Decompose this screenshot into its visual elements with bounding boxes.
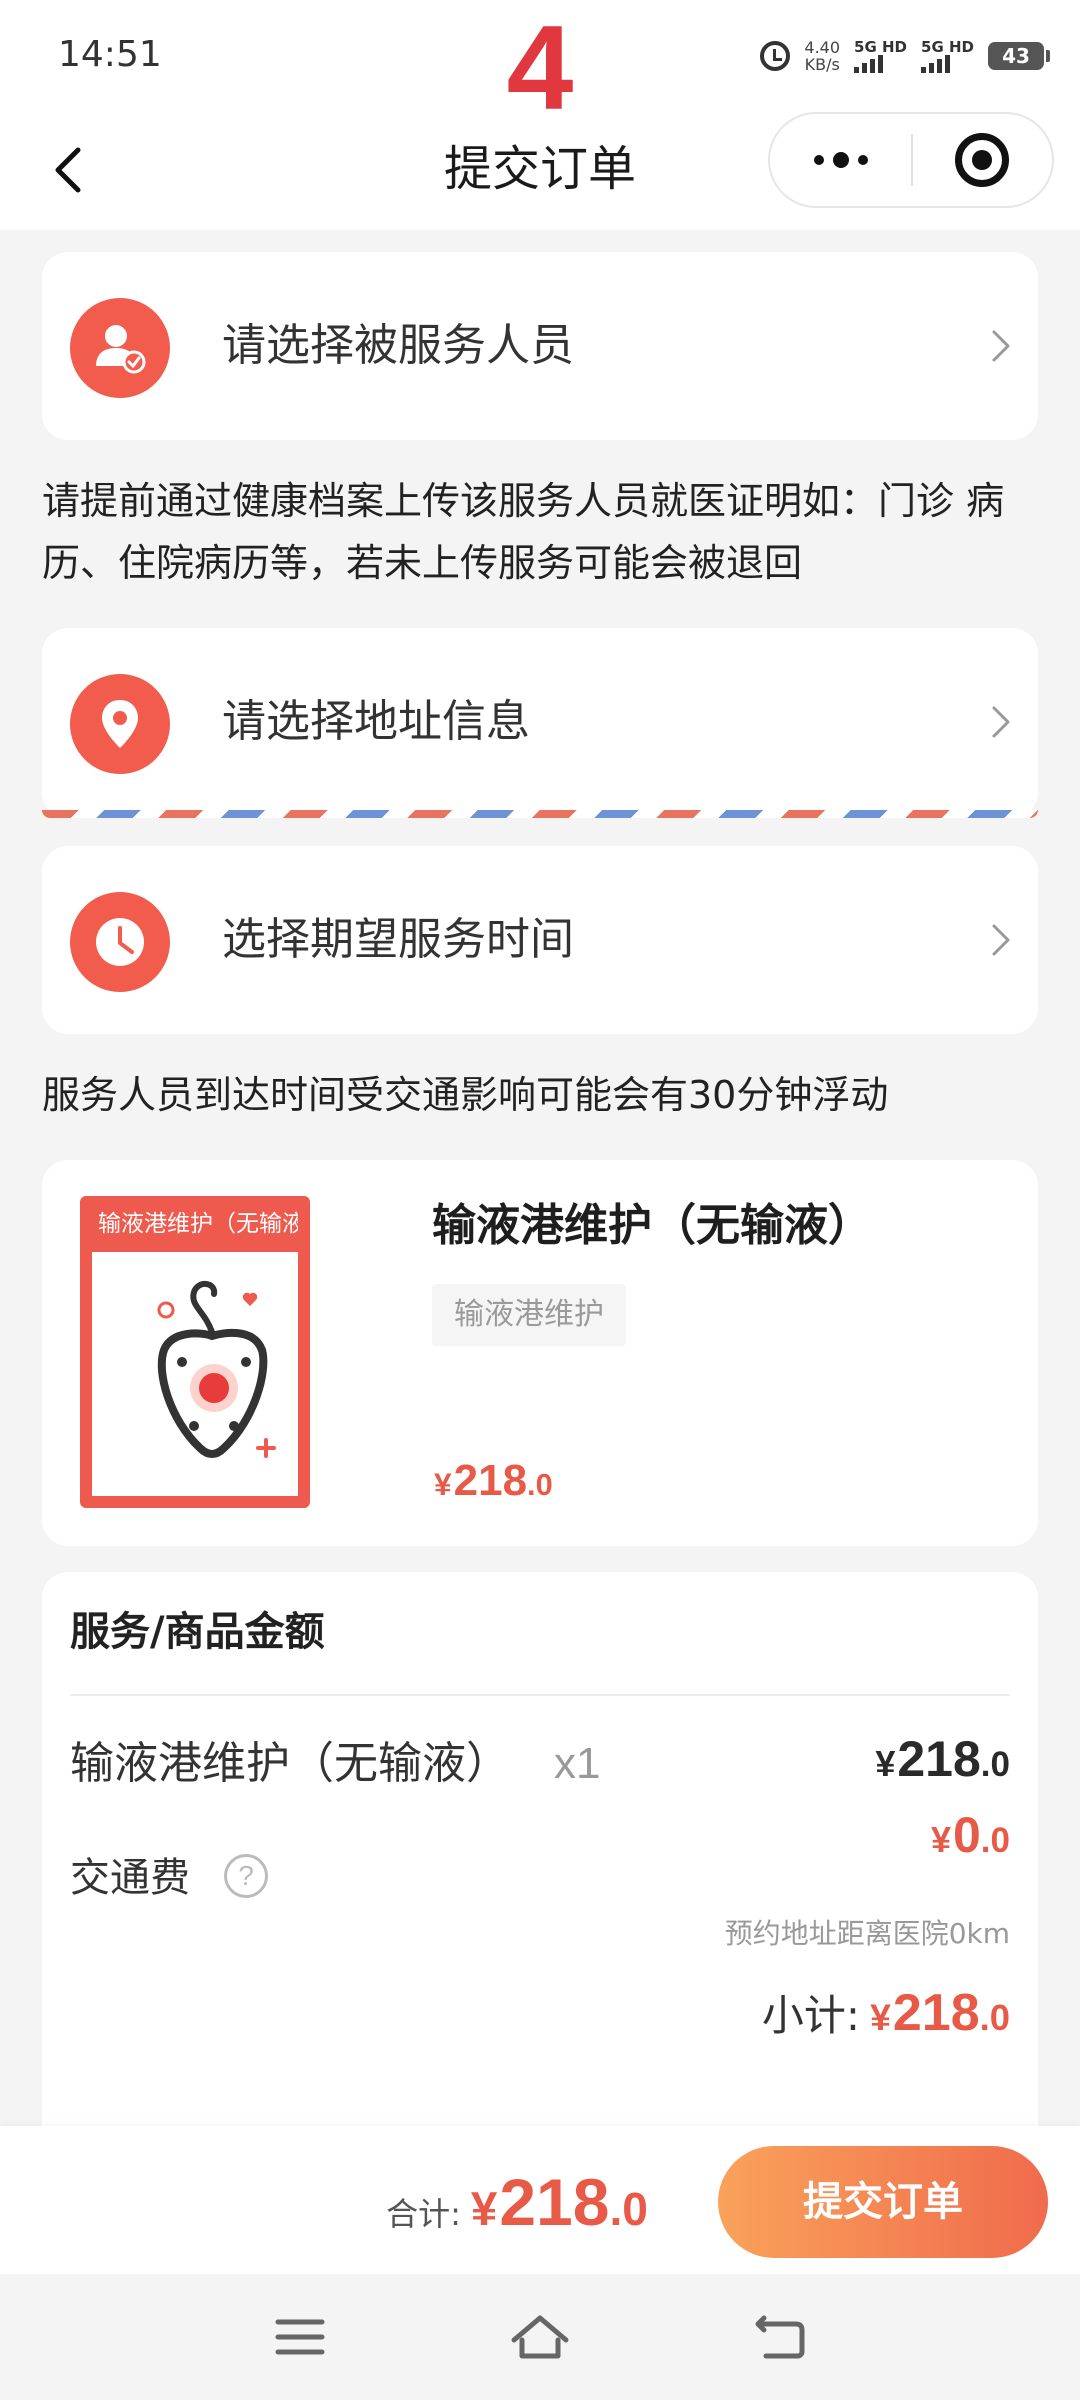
product-price: ¥218.0 (434, 1456, 553, 1506)
checkout-bar: 合计: ¥218.0 提交订单 (0, 2126, 1080, 2274)
network-speed: 4.40 KB/s (804, 39, 840, 73)
home-icon (511, 2315, 569, 2359)
product-name: 输液港维护（无输液） (432, 1200, 872, 1251)
target-close-icon (955, 133, 1010, 187)
alarm-icon (760, 41, 791, 71)
chevron-right-icon (992, 706, 1010, 738)
signal-bars-icon (921, 55, 951, 73)
home-button[interactable] (504, 2304, 576, 2370)
subtotal-price: ¥218.0 (870, 1983, 1010, 2043)
subtotal-currency: ¥ (870, 1996, 891, 2038)
total-price: ¥218.0 (471, 2164, 648, 2240)
sim1-signal: 5G HD (854, 39, 907, 73)
port-device-icon (157, 1281, 276, 1458)
system-back-button[interactable] (744, 2304, 816, 2370)
total-int: 218 (499, 2165, 610, 2239)
airmail-border (42, 810, 1038, 818)
chevron-left-icon (55, 147, 81, 193)
signal-bars-icon (854, 55, 884, 73)
line-item-quantity: x1 (554, 1739, 601, 1788)
close-button[interactable] (913, 112, 1052, 208)
total-dec: .0 (609, 2183, 648, 2235)
line-item-name: 输液港维护（无输液） (70, 1738, 510, 1789)
subtotal: 小计: ¥218.0 (762, 1982, 1010, 2043)
line-item-price-int: 218 (897, 1731, 981, 1787)
line-item-price-dec: .0 (980, 1745, 1010, 1784)
arrival-time-note: 服务人员到达时间受交通影响可能会有30分钟浮动 (42, 1073, 889, 1117)
mini-program-capsule (768, 112, 1054, 208)
subtotal-int: 218 (892, 1984, 980, 2042)
menu-button[interactable] (264, 2304, 336, 2370)
product-category-chip: 输液港维护 (432, 1284, 626, 1346)
amount-summary-card: 服务/商品金额 输液港维护（无输液） x1 ¥218.0 交通费 ? ¥0.0 … (42, 1572, 1038, 2132)
person-check-icon (70, 298, 170, 398)
select-time-label: 选择期望服务时间 (222, 914, 574, 965)
help-icon[interactable]: ? (224, 1854, 268, 1898)
more-button[interactable] (770, 112, 911, 208)
select-time-row[interactable]: 选择期望服务时间 (42, 846, 1038, 1034)
chevron-right-icon (992, 924, 1010, 956)
battery-icon: 43 (988, 42, 1050, 70)
network-speed-value: 4.40 (804, 38, 841, 57)
total-label: 合计: (386, 2195, 461, 2233)
clock-icon (70, 892, 170, 992)
traffic-price-currency: ¥ (930, 1819, 951, 1860)
select-address-row[interactable]: 请选择地址信息 (42, 628, 1038, 818)
product-price-dec: .0 (527, 1467, 553, 1502)
sim2-label: 5G HD (921, 38, 974, 56)
traffic-price-int: 0 (952, 1807, 981, 1863)
select-recipient-row[interactable]: 请选择被服务人员 (42, 252, 1038, 440)
submit-order-button[interactable]: 提交订单 (718, 2146, 1048, 2258)
chevron-right-icon (992, 330, 1010, 362)
order-total: 合计: ¥218.0 (386, 2164, 648, 2240)
traffic-price-dec: .0 (980, 1821, 1010, 1860)
sim1-label: 5G HD (854, 38, 908, 56)
status-time: 14:51 (58, 34, 162, 75)
total-currency: ¥ (470, 2183, 498, 2236)
subtotal-label: 小计: (761, 1991, 861, 2040)
system-navigation-bar (0, 2274, 1080, 2400)
nav-bar: 提交订单 (0, 110, 1080, 230)
line-item-price: ¥218.0 (875, 1730, 1010, 1788)
status-icons: 4.40 KB/s 5G HD 5G HD 43 (760, 34, 1050, 78)
summary-divider (70, 1694, 1010, 1696)
summary-title: 服务/商品金额 (70, 1609, 325, 1655)
recipient-note: 请提前通过健康档案上传该服务人员就医证明如：门诊 病历、住院病历等，若未上传服务… (42, 479, 1005, 585)
select-recipient-label: 请选择被服务人员 (222, 320, 574, 371)
network-speed-unit: KB/s (804, 55, 840, 74)
product-price-currency: ¥ (434, 1466, 452, 1502)
return-icon (755, 2315, 805, 2359)
subtotal-dec: .0 (979, 1997, 1010, 2038)
traffic-fee-label: 交通费 (70, 1855, 190, 1901)
select-address-label: 请选择地址信息 (222, 696, 530, 747)
product-image: 输液港维护（无输液） (80, 1196, 310, 1508)
line-item-price-currency: ¥ (875, 1743, 896, 1784)
product-image-tag: 输液港维护（无输液） (92, 1208, 298, 1252)
menu-icon (275, 2319, 325, 2355)
more-dots-icon (813, 152, 868, 168)
traffic-fee-price: ¥0.0 (931, 1806, 1010, 1864)
sim2-signal: 5G HD (921, 39, 974, 73)
product-price-int: 218 (453, 1456, 528, 1505)
traffic-distance-note: 预约地址距离医院0km (724, 1917, 1010, 1950)
product-card[interactable]: 输液港维护（无输液） 输液港维护（无输液） 输液港维护 ¥218.0 (42, 1160, 1038, 1546)
back-button[interactable] (40, 138, 100, 202)
location-pin-icon (70, 674, 170, 774)
